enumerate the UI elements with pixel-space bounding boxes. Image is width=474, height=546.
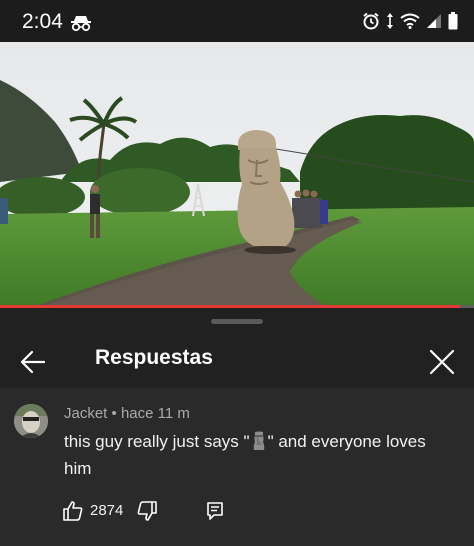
status-time: 2:04 (22, 10, 63, 33)
thumbs-up-icon[interactable] (62, 500, 84, 522)
wifi-icon (400, 13, 420, 29)
back-arrow-icon[interactable] (14, 344, 50, 380)
drag-handle[interactable] (211, 319, 263, 324)
panel-header: Respuestas (0, 332, 474, 390)
video-progress-bar[interactable] (0, 305, 474, 308)
reply-comment: Jacket • hace 11 m this guy really just … (0, 388, 474, 546)
signal-icon (426, 13, 442, 29)
status-bar: 2:04 (0, 0, 474, 42)
comment-text: this guy really just says " " and everyon… (64, 428, 444, 482)
video-player[interactable] (0, 42, 474, 308)
comment-author[interactable]: Jacket (64, 405, 107, 422)
comment-meta: Jacket • hace 11 m (64, 405, 190, 422)
reply-icon[interactable] (204, 500, 226, 522)
incognito-icon (70, 14, 92, 32)
video-progress-fill (0, 305, 460, 308)
avatar[interactable] (14, 404, 48, 438)
battery-icon (448, 12, 458, 30)
data-arrows-icon (386, 12, 394, 30)
panel-title: Respuestas (95, 346, 213, 369)
close-icon[interactable] (424, 344, 460, 380)
comment-text-before: this guy really just says " (64, 432, 250, 451)
thumbs-down-icon[interactable] (136, 500, 158, 522)
replies-panel: Respuestas Jacket • hace 11 m this guy r… (0, 310, 474, 546)
meta-separator: • (111, 405, 117, 422)
alarm-icon (362, 12, 380, 30)
moai-emoji (252, 431, 266, 451)
video-thumbnail (0, 42, 474, 308)
status-icons (362, 12, 458, 30)
like-count: 2874 (90, 502, 124, 519)
comment-time: hace 11 m (120, 405, 190, 422)
